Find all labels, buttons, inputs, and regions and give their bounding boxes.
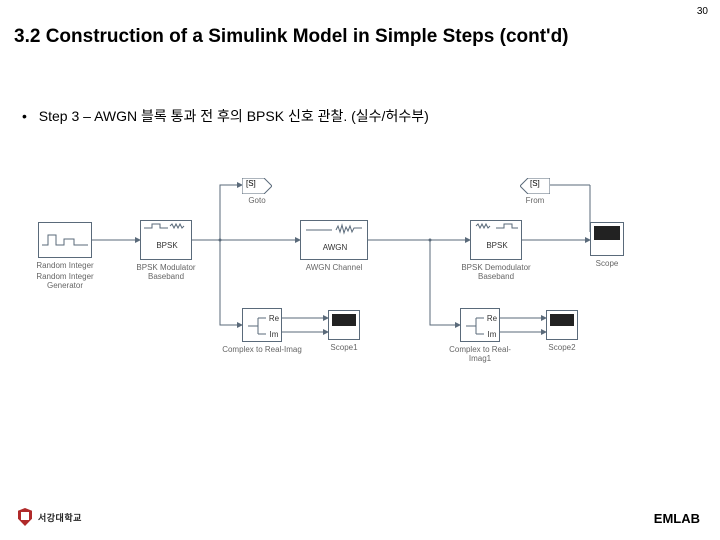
- svg-text:Im: Im: [488, 330, 497, 339]
- shield-icon: [18, 508, 32, 526]
- block-bpsk-demodulator: BPSK: [470, 220, 522, 260]
- caption-scope: Scope: [567, 259, 647, 268]
- svg-text:Re: Re: [269, 314, 280, 323]
- awgn-inner-text: AWGN: [323, 243, 348, 252]
- caption-awgn: AWGN Channel: [294, 263, 374, 272]
- block-complex-realimag-1: Re Im: [242, 308, 282, 342]
- university-name: 서강대학교: [38, 511, 82, 524]
- block-random-integer-inner: [42, 226, 88, 254]
- block-scope: [590, 222, 624, 256]
- caption-goto: Goto: [217, 196, 297, 205]
- goto-tag-text: [S]: [246, 179, 256, 188]
- block-scope2: [546, 310, 578, 340]
- block-complex-realimag-2: Re Im: [460, 308, 500, 342]
- bpsk-mod-inner-text: BPSK: [156, 241, 178, 250]
- svg-text:Im: Im: [270, 330, 279, 339]
- caption-scope1: Scope1: [304, 343, 384, 352]
- page-number: 30: [697, 6, 708, 17]
- block-goto: [S]: [242, 178, 270, 192]
- step-line: • Step 3 – AWGN 블록 통과 전 후의 BPSK 신호 관찰. (…: [22, 106, 429, 126]
- block-bpsk-modulator: BPSK: [140, 220, 192, 260]
- caption-scope2: Scope2: [522, 343, 602, 352]
- from-tag-text: [S]: [530, 179, 540, 188]
- caption-random-integer: Random Integer Generator: [25, 272, 105, 290]
- block-scope1: [328, 310, 360, 340]
- footer-lab: EMLAB: [654, 511, 700, 526]
- simulink-diagram: Random Integer Random Integer Generator …: [30, 160, 690, 390]
- block-from: [S]: [520, 178, 548, 192]
- caption-c2ri-2: Complex to Real-Imag1: [440, 345, 520, 363]
- section-title: 3.2 Construction of a Simulink Model in …: [14, 26, 706, 48]
- caption-c2ri-1: Complex to Real-Imag: [222, 345, 302, 354]
- footer-university: 서강대학교: [18, 508, 82, 526]
- caption-bpsk-mod: BPSK Modulator Baseband: [126, 263, 206, 281]
- caption-from: From: [495, 196, 575, 205]
- step-text: Step 3 – AWGN 블록 통과 전 후의 BPSK 신호 관찰. (실수…: [39, 108, 429, 124]
- bullet-icon: •: [22, 108, 27, 124]
- label-random-integer: Random Integer: [25, 261, 105, 270]
- svg-text:Re: Re: [487, 314, 498, 323]
- bpsk-demod-inner-text: BPSK: [486, 241, 508, 250]
- block-random-integer: [38, 222, 92, 258]
- caption-bpsk-demod: BPSK Demodulator Baseband: [456, 263, 536, 281]
- block-awgn: AWGN: [300, 220, 368, 260]
